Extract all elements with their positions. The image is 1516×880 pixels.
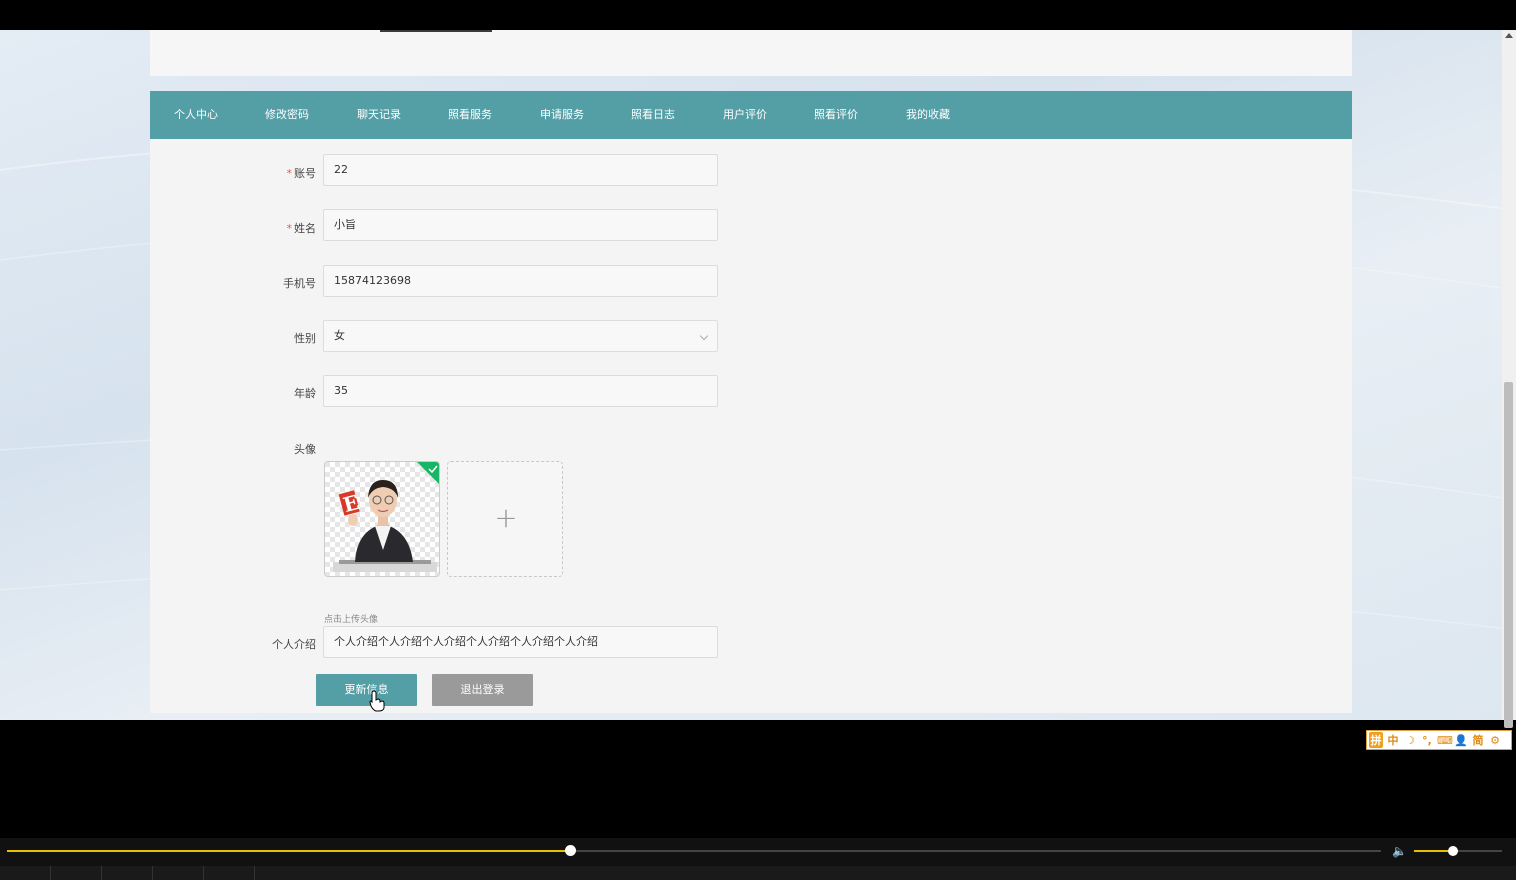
browser-viewport: 个人中心 修改密码 聊天记录 照看服务 申请服务 照看日志 用户评价 照看评价 … <box>0 30 1516 720</box>
progress-fill <box>7 850 571 852</box>
ime-settings-icon[interactable]: ⚙ <box>1488 734 1502 747</box>
nav-item-care-log[interactable]: 照看日志 <box>631 91 675 139</box>
ime-punctuation-icon[interactable]: °, <box>1420 734 1434 747</box>
intro-label: 个人介绍 <box>272 638 316 651</box>
nav-item-favorites[interactable]: 我的收藏 <box>906 91 950 139</box>
ime-user-icon[interactable]: 👤 <box>1454 734 1468 747</box>
avatar-photo: E <box>325 462 439 576</box>
gender-selected-value: 女 <box>334 329 345 342</box>
avatar-label: 头像 <box>294 443 316 456</box>
ime-chinese-mode-icon[interactable]: 中 <box>1386 732 1400 748</box>
hand-cursor-icon <box>369 690 385 712</box>
account-label: * 账号 <box>286 167 317 180</box>
profile-form-card: * 账号 22 * 姓名 小旨 手机号 15874123698 性别 女 年龄 35… <box>150 139 1352 713</box>
plus-icon: + <box>494 501 518 534</box>
phone-input[interactable]: 15874123698 <box>323 265 718 297</box>
name-label: * 姓名 <box>286 222 317 235</box>
scroll-up-arrow-icon[interactable] <box>1505 33 1513 38</box>
page-scrollbar-thumb[interactable] <box>1504 382 1513 728</box>
avatar-upload-button[interactable]: + <box>447 461 563 577</box>
phone-label: 手机号 <box>283 277 316 290</box>
name-input[interactable]: 小旨 <box>323 209 718 241</box>
required-mark: * <box>286 222 293 235</box>
intro-input[interactable]: 个人介绍个人介绍个人介绍个人介绍个人介绍个人介绍 <box>323 626 718 658</box>
gender-select[interactable]: 女 <box>323 320 718 352</box>
user-nav-bar: 个人中心 修改密码 聊天记录 照看服务 申请服务 照看日志 用户评价 照看评价 … <box>150 91 1352 139</box>
avatar-thumbnail[interactable]: E <box>324 461 440 577</box>
logout-button[interactable]: 退出登录 <box>432 674 533 706</box>
strip-divider <box>152 866 153 880</box>
ime-toolbar: 拼 中 ☽ °, ⌨ 👤 简 ⚙ <box>1366 730 1512 750</box>
volume-fill <box>1414 850 1453 852</box>
bottom-control-strip <box>0 866 1516 880</box>
nav-item-chat-history[interactable]: 聊天记录 <box>357 91 401 139</box>
update-info-button[interactable]: 更新信息 <box>316 674 417 706</box>
strip-divider <box>101 866 102 880</box>
age-label: 年龄 <box>294 387 316 400</box>
nav-item-care-reviews[interactable]: 照看评价 <box>814 91 858 139</box>
volume-icon[interactable]: 🔈 <box>1392 844 1407 858</box>
required-mark: * <box>286 167 293 180</box>
account-input[interactable]: 22 <box>323 154 718 186</box>
ime-moon-icon[interactable]: ☽ <box>1403 734 1417 747</box>
volume-knob[interactable] <box>1447 846 1458 856</box>
nav-item-care-service[interactable]: 照看服务 <box>448 91 492 139</box>
strip-divider <box>203 866 204 880</box>
chevron-down-icon <box>699 331 709 341</box>
nav-item-user-reviews[interactable]: 用户评价 <box>723 91 767 139</box>
ime-keyboard-icon[interactable]: ⌨ <box>1437 734 1453 747</box>
ime-simplified-icon[interactable]: 简 <box>1471 732 1485 748</box>
strip-divider <box>254 866 255 880</box>
nav-item-change-password[interactable]: 修改密码 <box>265 91 309 139</box>
nav-item-profile-center[interactable]: 个人中心 <box>174 91 218 139</box>
age-input[interactable]: 35 <box>323 375 718 407</box>
avatar-upload-hint: 点击上传头像 <box>324 615 379 625</box>
nav-item-apply-service[interactable]: 申请服务 <box>540 91 584 139</box>
strip-divider <box>50 866 51 880</box>
logo-image-edge <box>380 30 492 32</box>
ime-logo-icon[interactable]: 拼 <box>1369 732 1383 748</box>
header-card <box>150 30 1352 76</box>
gender-label: 性别 <box>294 332 316 345</box>
